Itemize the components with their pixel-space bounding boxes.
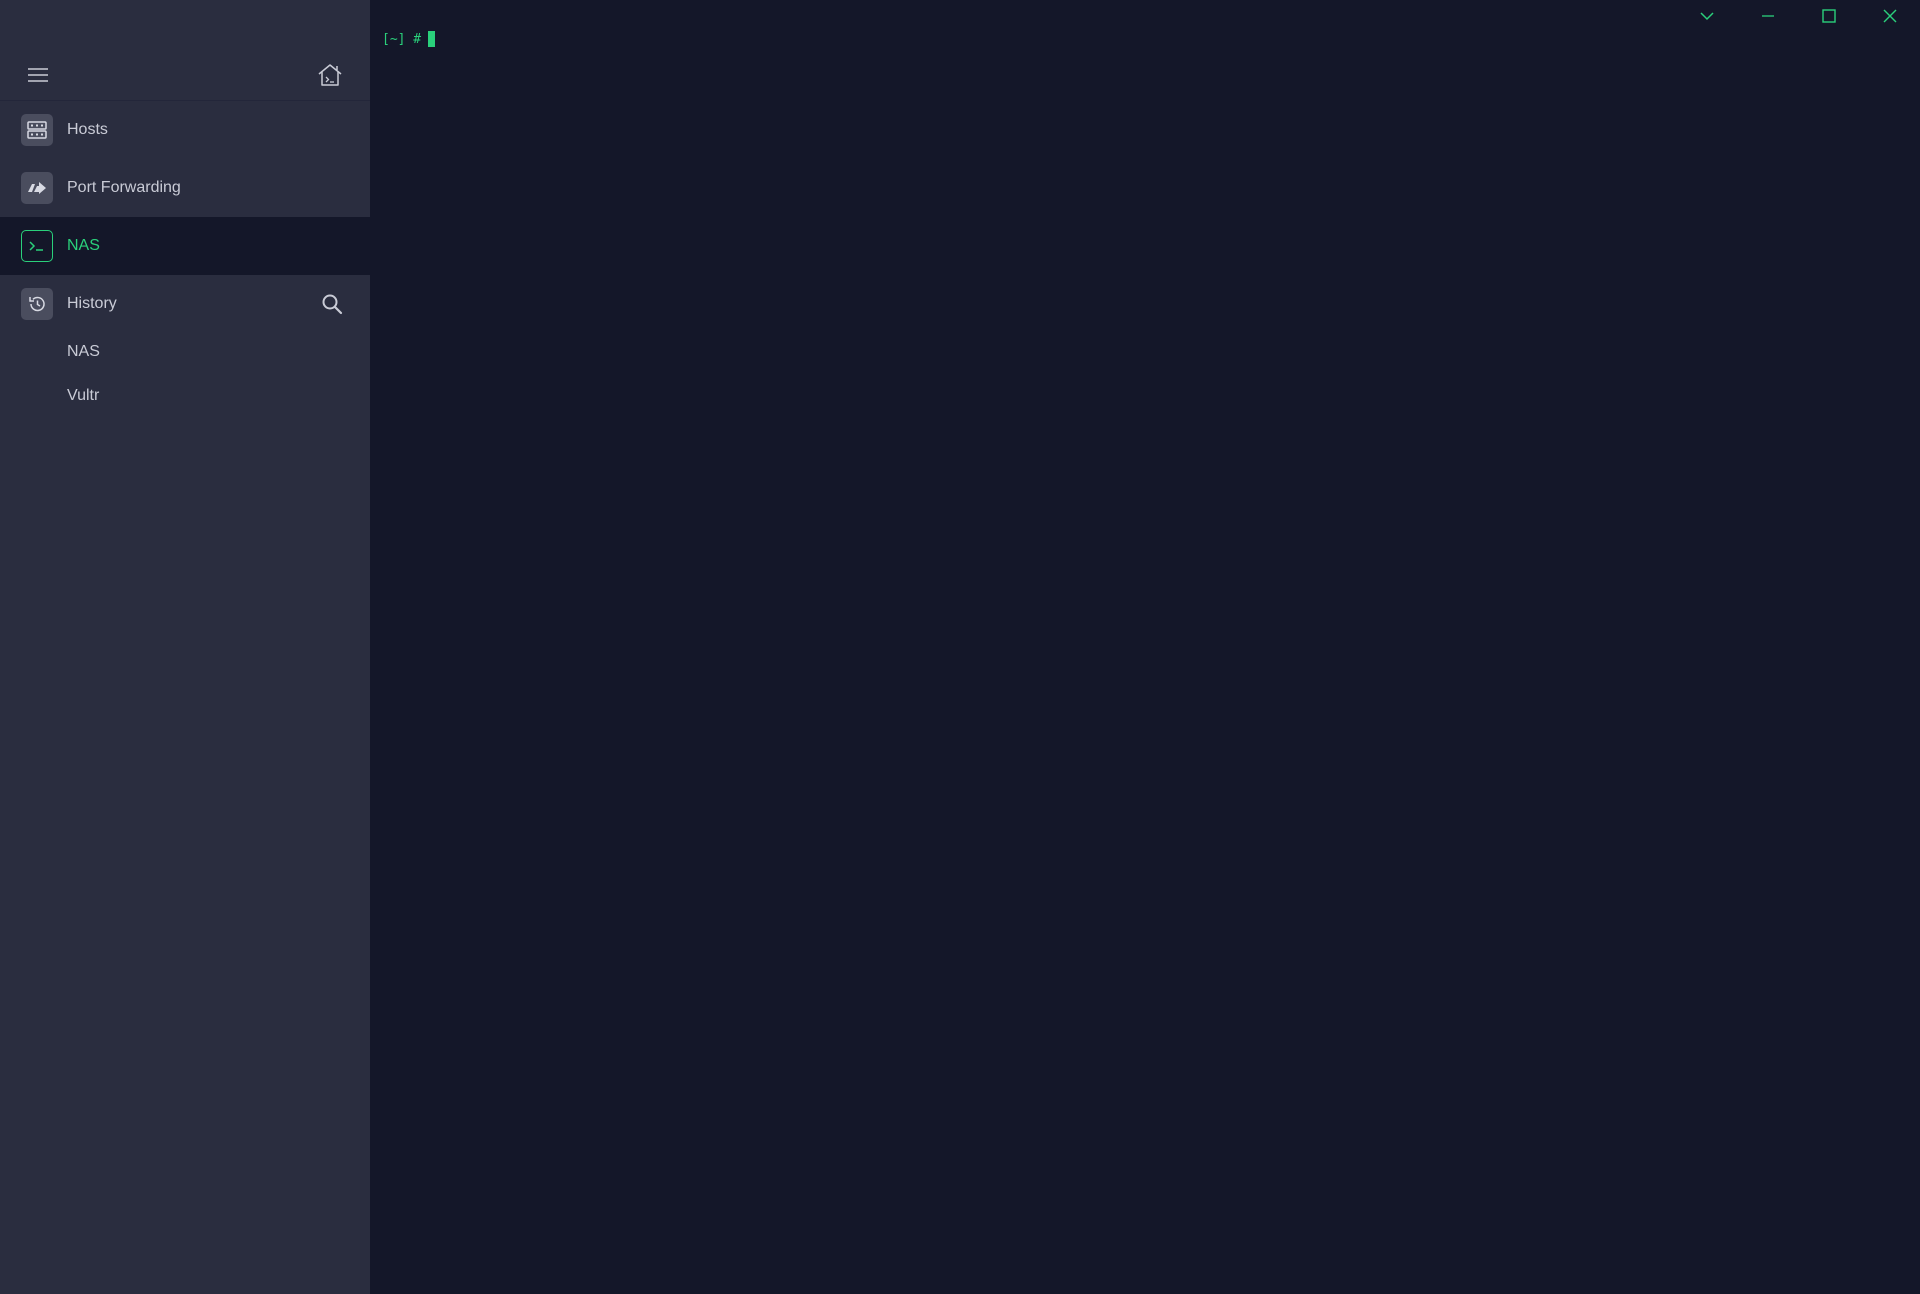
history-item-nas[interactable]: NAS — [0, 330, 370, 374]
home-terminal-icon — [318, 64, 342, 86]
sidebar-item-label: Port Forwarding — [67, 179, 181, 196]
hosts-grid-icon — [27, 121, 47, 139]
history-icon-box — [21, 288, 53, 320]
chevron-down-icon — [1699, 12, 1714, 21]
terminal-icon-box — [21, 230, 53, 262]
close-button[interactable] — [1859, 0, 1920, 32]
window-controls — [1676, 0, 1920, 32]
terminal-area[interactable]: [~] # — [370, 0, 1920, 1294]
sidebar: Hosts Port Forwarding NAS History NAS Vu… — [0, 0, 370, 1294]
history-icon — [29, 296, 45, 312]
minimize-button[interactable] — [1737, 0, 1798, 32]
hosts-icon-box — [21, 114, 53, 146]
history-section-header: History — [0, 278, 370, 330]
sidebar-header — [0, 0, 370, 101]
maximize-button[interactable] — [1798, 0, 1859, 32]
history-item-vultr[interactable]: Vultr — [0, 374, 370, 418]
history-label: History — [67, 295, 117, 312]
port-forwarding-icon — [28, 182, 46, 194]
search-icon — [322, 294, 343, 315]
home-terminal-button[interactable] — [314, 60, 346, 90]
sidebar-item-label: NAS — [67, 237, 100, 254]
sidebar-item-port-forwarding[interactable]: Port Forwarding — [0, 159, 370, 217]
app-window: Hosts Port Forwarding NAS History NAS Vu… — [0, 0, 1920, 1294]
port-forwarding-icon-box — [21, 172, 53, 204]
history-search-button[interactable] — [318, 290, 346, 318]
minimize-icon — [1761, 15, 1774, 17]
sidebar-item-nas[interactable]: NAS — [0, 217, 370, 275]
sidebar-item-label: Hosts — [67, 121, 108, 138]
sidebar-item-hosts[interactable]: Hosts — [0, 101, 370, 159]
terminal-prompt: [~] # — [382, 31, 422, 47]
close-icon — [1883, 9, 1896, 23]
maximize-icon — [1821, 9, 1836, 23]
terminal-icon — [29, 241, 43, 251]
terminal-cursor — [428, 31, 436, 47]
terminal-prompt-line: [~] # — [382, 31, 436, 47]
hamburger-menu-icon — [28, 68, 48, 82]
dropdown-button[interactable] — [1676, 0, 1737, 32]
menu-button[interactable] — [22, 62, 54, 88]
